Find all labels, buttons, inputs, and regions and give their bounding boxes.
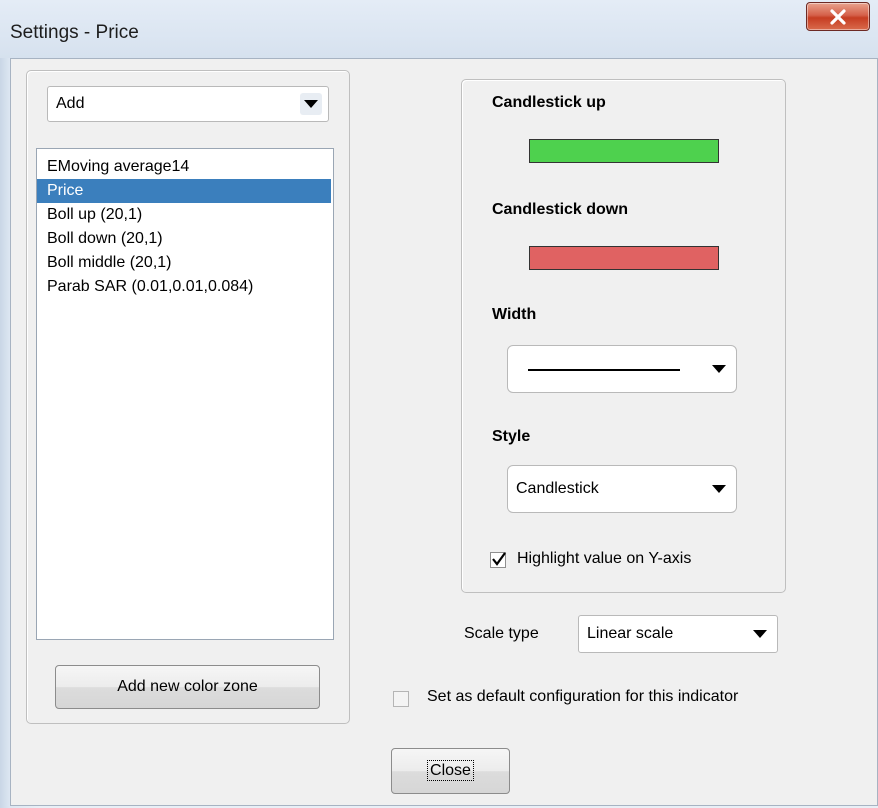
add-new-color-zone-label: Add new color zone [117,678,258,695]
chevron-down-icon [708,478,730,500]
highlight-y-axis-checkbox[interactable] [490,552,506,568]
list-item[interactable]: Boll up (20,1) [37,203,333,227]
add-dropdown[interactable]: Add [47,86,329,122]
add-new-color-zone-button[interactable]: Add new color zone [55,665,320,709]
add-dropdown-value: Add [56,95,85,112]
style-dropdown[interactable]: Candlestick [507,465,737,513]
line-width-preview [528,369,680,371]
scale-type-dropdown[interactable]: Linear scale [578,615,778,653]
settings-window: Settings - Price Add EMoving average14 Pr… [0,0,878,808]
scale-type-label: Scale type [464,625,539,642]
chevron-down-icon [300,93,322,115]
scale-type-value: Linear scale [587,625,674,642]
chevron-down-icon [708,358,730,380]
title-bar[interactable]: Settings - Price [0,0,878,58]
close-icon [829,8,847,25]
window-title: Settings - Price [10,22,139,43]
candlestick-up-color-swatch[interactable] [529,139,719,163]
window-close-button[interactable] [806,2,870,31]
width-dropdown[interactable] [507,345,737,393]
list-item[interactable]: Price [37,179,331,203]
default-config-checkbox[interactable] [393,691,409,707]
checkmark-icon [490,550,508,573]
default-config-label: Set as default configuration for this in… [427,688,739,705]
close-button-label: Close [427,760,474,781]
highlight-y-axis-label: Highlight value on Y-axis [517,550,692,567]
candlestick-down-label: Candlestick down [492,201,629,218]
list-item[interactable]: Boll down (20,1) [37,227,333,251]
indicator-list[interactable]: EMoving average14 Price Boll up (20,1) Boll… [36,148,334,640]
style-label: Style [492,428,531,445]
list-item[interactable]: EMoving average14 [37,155,333,179]
candlestick-down-color-swatch[interactable] [529,246,719,270]
list-item[interactable]: Boll middle (20,1) [37,251,333,275]
chevron-down-icon [749,623,771,645]
style-dropdown-value: Candlestick [516,480,599,497]
list-item[interactable]: Parab SAR (0.01,0.01,0.084) [37,275,333,299]
close-button[interactable]: Close [391,748,510,794]
width-label: Width [492,306,537,323]
candlestick-up-label: Candlestick up [492,94,606,111]
